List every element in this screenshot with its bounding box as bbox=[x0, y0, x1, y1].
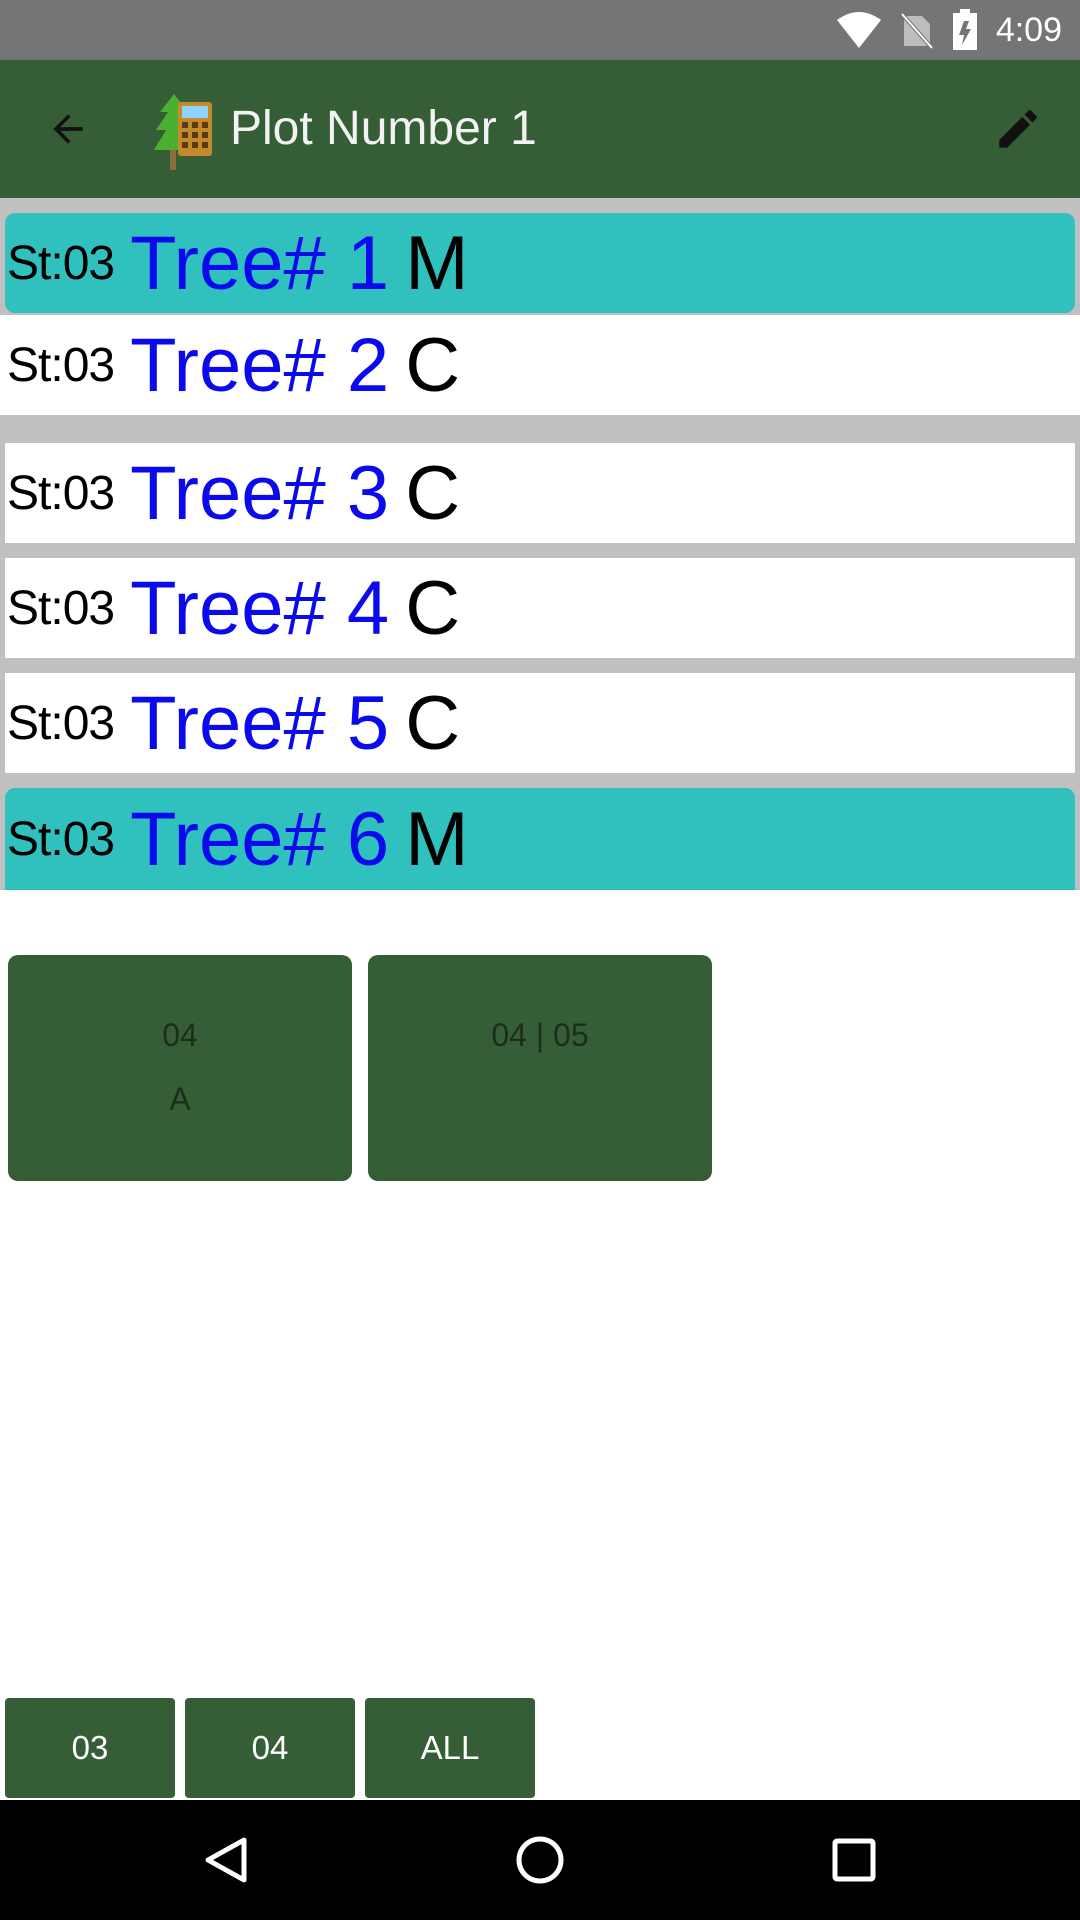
tree-type: M bbox=[405, 220, 469, 306]
group-card-2[interactable]: 04 | 05 bbox=[368, 955, 712, 1181]
tree-type: C bbox=[405, 680, 461, 766]
tree-row-4[interactable]: St:03 Tree# 4 C bbox=[5, 558, 1075, 658]
tree-number: Tree# 1 bbox=[130, 220, 390, 306]
tree-list: St:03 Tree# 1 M St:03 Tree# 2 C St:03 Tr… bbox=[0, 198, 1080, 890]
tree-calculator-logo-icon bbox=[154, 94, 212, 170]
nav-home-button[interactable] bbox=[500, 1820, 580, 1900]
nav-back-icon bbox=[205, 1837, 247, 1883]
status-bar: 4:09 bbox=[0, 0, 1080, 60]
tree-stratum: St:03 bbox=[7, 338, 115, 392]
navigation-bar bbox=[0, 1800, 1080, 1920]
tree-type: M bbox=[405, 796, 469, 882]
back-button[interactable] bbox=[30, 91, 106, 167]
filter-button-03[interactable]: 03 bbox=[5, 1698, 175, 1798]
wifi-icon bbox=[836, 12, 881, 48]
tree-number: Tree# 5 bbox=[130, 680, 390, 766]
no-sim-icon bbox=[900, 12, 934, 50]
tree-stratum: St:03 bbox=[7, 236, 115, 290]
tree-row-3[interactable]: St:03 Tree# 3 C bbox=[5, 443, 1075, 543]
tree-number: Tree# 4 bbox=[130, 565, 390, 651]
tree-stratum: St:03 bbox=[7, 581, 115, 635]
tree-row-1[interactable]: St:03 Tree# 1 M bbox=[5, 213, 1075, 313]
tree-stratum: St:03 bbox=[7, 466, 115, 520]
tree-stratum: St:03 bbox=[7, 696, 115, 750]
group-cards: 04 A 04 | 05 bbox=[0, 890, 1080, 1690]
nav-recents-icon bbox=[832, 1838, 876, 1882]
nav-recents-button[interactable] bbox=[814, 1820, 894, 1900]
filter-button-04[interactable]: 04 bbox=[185, 1698, 355, 1798]
page-title: Plot Number 1 bbox=[230, 102, 537, 155]
tree-number: Tree# 2 bbox=[130, 322, 390, 408]
filter-button-all[interactable]: ALL bbox=[365, 1698, 535, 1798]
card-line-1: 04 | 05 bbox=[491, 1017, 589, 1053]
tree-type: C bbox=[405, 450, 461, 536]
group-card-1[interactable]: 04 A bbox=[8, 955, 352, 1181]
edit-button[interactable] bbox=[980, 91, 1056, 167]
tree-number: Tree# 6 bbox=[130, 796, 390, 882]
pencil-edit-icon bbox=[999, 110, 1037, 148]
tree-type: C bbox=[405, 565, 461, 651]
nav-home-icon bbox=[516, 1836, 564, 1884]
tree-row-6[interactable]: St:03 Tree# 6 M bbox=[5, 788, 1075, 890]
nav-back-button[interactable] bbox=[186, 1820, 266, 1900]
card-line-2: A bbox=[169, 1081, 191, 1117]
status-time: 4:09 bbox=[995, 10, 1062, 49]
battery-icon bbox=[952, 9, 977, 50]
tree-number: Tree# 3 bbox=[130, 450, 390, 536]
status-icons: 4:09 bbox=[836, 8, 1062, 52]
tree-row-5[interactable]: St:03 Tree# 5 C bbox=[5, 673, 1075, 773]
app-bar: Plot Number 1 bbox=[0, 60, 1080, 198]
tree-type: C bbox=[405, 322, 461, 408]
tree-row-2[interactable]: St:03 Tree# 2 C bbox=[0, 315, 1080, 415]
back-arrow-icon bbox=[53, 114, 83, 144]
tree-stratum: St:03 bbox=[7, 812, 115, 866]
card-line-1: 04 bbox=[162, 1017, 198, 1053]
